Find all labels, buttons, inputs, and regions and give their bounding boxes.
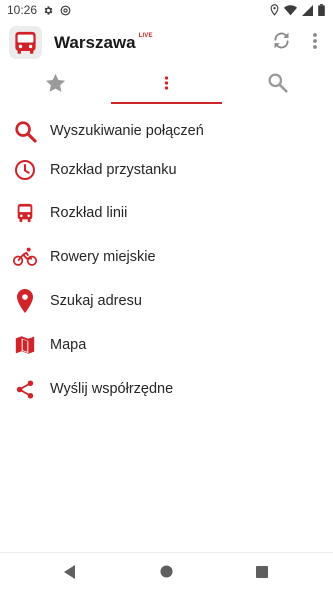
tab-favorites[interactable] — [0, 66, 111, 104]
home-icon — [159, 565, 173, 583]
app-title: Warszawa — [54, 33, 136, 52]
search-icon — [267, 72, 288, 98]
bike-icon — [13, 245, 37, 269]
bus-logo-icon — [9, 26, 42, 59]
menu-item-label: Rowery miejskie — [50, 249, 156, 265]
bus-icon — [13, 201, 37, 225]
menu-item-label: Wyszukiwanie połączeń — [50, 123, 204, 139]
star-icon — [45, 73, 66, 98]
tab-search[interactable] — [222, 66, 333, 104]
home-button[interactable] — [153, 561, 179, 587]
menu-item-label: Mapa — [50, 337, 87, 353]
menu-item-label: Szukaj adresu — [50, 293, 142, 309]
menu-item-connection-search[interactable]: Wyszukiwanie połączeń — [0, 111, 333, 151]
menu-item-map[interactable]: Mapa — [0, 325, 333, 365]
battery-icon — [318, 4, 325, 16]
refresh-icon — [271, 30, 292, 56]
status-bar-left: 10:26 — [7, 3, 71, 17]
status-bar-right — [270, 4, 325, 16]
tab-indicator — [111, 102, 222, 104]
app-title-wrap: Warszawa LIVE — [54, 33, 153, 53]
clock-icon — [13, 158, 37, 182]
tab-menu[interactable] — [111, 66, 222, 104]
wifi-icon — [284, 4, 297, 16]
share-icon — [13, 377, 37, 401]
menu-item-label: Wyślij współrzędne — [50, 381, 174, 397]
recents-button[interactable] — [249, 561, 275, 587]
back-button[interactable] — [57, 561, 83, 587]
back-icon — [64, 564, 76, 584]
menu-item-label: Rozkład przystanku — [50, 162, 177, 178]
gear-icon — [43, 5, 54, 16]
recents-icon — [256, 565, 268, 583]
menu-item-send-coordinates[interactable]: Wyślij współrzędne — [0, 369, 333, 409]
status-bar: 10:26 — [0, 0, 333, 20]
tab-bar — [0, 66, 333, 104]
map-icon — [13, 333, 37, 357]
location-pin-icon — [13, 289, 37, 313]
menu-item-label: Rozkład linii — [50, 205, 128, 221]
system-nav-bar — [0, 552, 333, 592]
menu-item-line-timetable[interactable]: Rozkład linii — [0, 193, 333, 233]
menu-item-address-search[interactable]: Szukaj adresu — [0, 281, 333, 321]
signal-icon — [302, 4, 313, 16]
at-sign-icon — [60, 5, 71, 16]
status-time: 10:26 — [7, 3, 38, 17]
more-vertical-icon — [164, 75, 169, 96]
location-icon — [270, 4, 279, 16]
live-badge: LIVE — [138, 33, 153, 39]
app-bar: Warszawa LIVE — [0, 20, 333, 66]
more-vertical-icon — [312, 32, 318, 55]
menu-item-city-bikes[interactable]: Rowery miejskie — [0, 237, 333, 277]
menu-item-stop-timetable[interactable]: Rozkład przystanku — [0, 150, 333, 190]
search-icon — [13, 119, 37, 143]
refresh-button[interactable] — [268, 30, 294, 56]
more-options-button[interactable] — [306, 30, 324, 56]
